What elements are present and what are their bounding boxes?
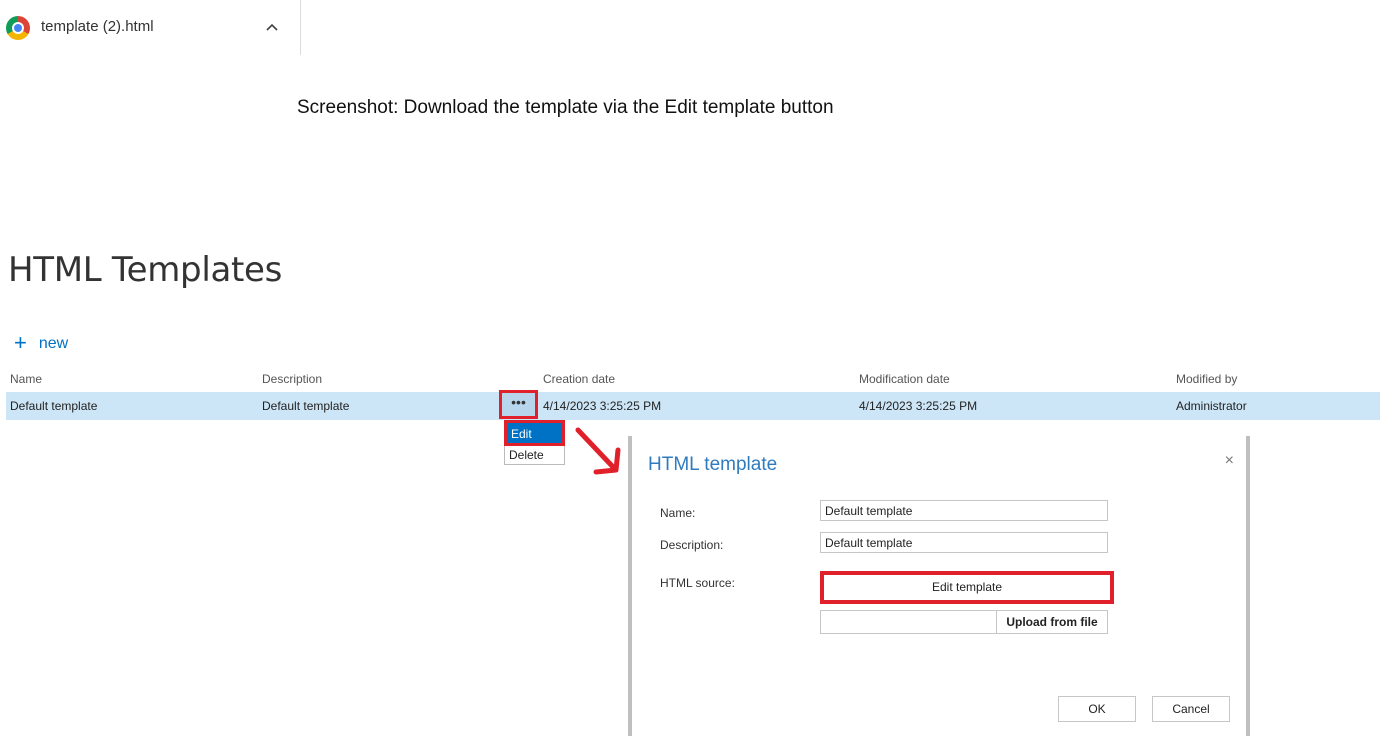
chevron-up-icon-shape (266, 23, 278, 31)
new-button[interactable]: + new (14, 330, 68, 356)
html-template-dialog: HTML template × Name: Description: HTML … (628, 436, 1250, 736)
download-bar: template (2).html (0, 0, 301, 55)
context-menu: Edit Delete (504, 420, 565, 465)
chevron-up-icon[interactable] (262, 16, 282, 36)
cell-name: Default template (10, 399, 98, 413)
download-filename[interactable]: template (2).html (41, 18, 154, 35)
html-source-label: HTML source: (660, 576, 735, 590)
screenshot-caption: Screenshot: Download the template via th… (297, 97, 834, 118)
file-path-field[interactable]: Upload from file (820, 610, 1108, 634)
context-menu-delete[interactable]: Delete (509, 448, 544, 462)
dialog-title: HTML template (648, 454, 778, 475)
more-actions-button[interactable]: ••• (499, 390, 538, 419)
description-field[interactable] (820, 532, 1108, 553)
name-label: Name: (660, 506, 696, 520)
cell-modification-date: 4/14/2023 3:25:25 PM (859, 399, 978, 413)
name-field[interactable] (820, 500, 1108, 521)
column-header-modification-date[interactable]: Modification date (859, 372, 950, 386)
cell-creation-date: 4/14/2023 3:25:25 PM (543, 399, 662, 413)
cancel-button[interactable]: Cancel (1152, 696, 1230, 722)
edit-template-button[interactable]: Edit template (820, 571, 1114, 604)
column-header-name[interactable]: Name (10, 372, 42, 386)
cell-modified-by: Administrator (1176, 399, 1247, 413)
column-header-creation-date[interactable]: Creation date (543, 372, 615, 386)
cell-description: Default template (262, 399, 350, 413)
red-arrow-icon (575, 427, 621, 475)
chrome-icon (6, 16, 30, 40)
column-header-modified-by[interactable]: Modified by (1176, 372, 1237, 386)
ok-button[interactable]: OK (1058, 696, 1136, 722)
context-menu-edit[interactable]: Edit (504, 420, 565, 446)
page-title: HTML Templates (8, 250, 283, 290)
upload-from-file-button[interactable]: Upload from file (996, 610, 1108, 634)
table-row[interactable] (6, 392, 1380, 420)
description-label: Description: (660, 538, 724, 552)
column-header-description[interactable]: Description (262, 372, 322, 386)
plus-icon: + (14, 330, 27, 355)
close-icon[interactable]: × (1225, 452, 1234, 470)
new-label: new (38, 335, 69, 352)
